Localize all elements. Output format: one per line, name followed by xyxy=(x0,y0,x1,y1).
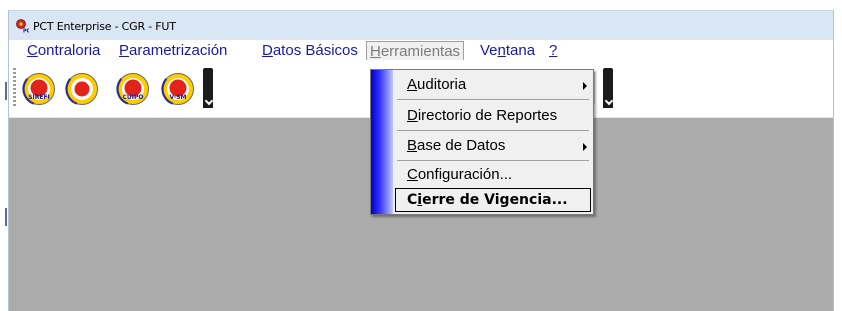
toolbar-separator xyxy=(594,72,595,104)
menu-item-cierre-vigencia[interactable]: Cierre de Vigencia... xyxy=(395,188,591,212)
menu-datos-basicos[interactable]: Datos Básicos xyxy=(262,42,358,59)
cuipo-button[interactable]: CUIPO xyxy=(116,72,150,106)
target-button[interactable] xyxy=(65,72,99,106)
submenu-arrow-icon xyxy=(583,82,587,90)
app-window: PCT PCT Enterprise - CGR - FUT Contralor… xyxy=(8,10,834,311)
submenu-arrow-icon xyxy=(583,143,587,151)
menu-item-directorio-reportes[interactable]: Directorio de Reportes xyxy=(407,107,557,124)
desktop-edge xyxy=(0,0,8,311)
menu-contraloria[interactable]: Contraloria xyxy=(27,42,100,59)
sirefi-button[interactable]: SIREFI xyxy=(22,72,56,106)
exit-icon[interactable] xyxy=(603,68,613,108)
menu-separator xyxy=(397,130,589,131)
menu-help[interactable]: ? xyxy=(549,42,557,59)
menu-item-auditoria[interactable]: Auditoria xyxy=(407,76,466,93)
title-bar[interactable]: PCT PCT Enterprise - CGR - FUT xyxy=(9,10,833,40)
menu-separator xyxy=(397,160,589,161)
target-icon xyxy=(65,72,99,106)
menu-bar: Contraloria Parametrización Datos Básico… xyxy=(9,40,833,60)
v-sm-button[interactable]: V-SM xyxy=(161,72,195,106)
cierre-vigencia-label: Cierre de Vigencia... xyxy=(407,192,568,208)
svg-text:PCT: PCT xyxy=(23,29,29,34)
edge-mark xyxy=(5,82,7,100)
v-sm-label: V-SM xyxy=(169,94,187,101)
herramientas-menu: Auditoria Directorio de Reportes Base de… xyxy=(370,69,594,215)
menu-item-configuracion[interactable]: Configuración... xyxy=(407,166,512,183)
menu-separator xyxy=(397,99,589,100)
window-title: PCT Enterprise - CGR - FUT xyxy=(33,20,176,33)
exit-icon[interactable] xyxy=(203,68,213,108)
sirefi-label: SIREFI xyxy=(28,94,50,101)
menu-parametrizacion[interactable]: Parametrización xyxy=(119,42,227,59)
menu-side-band xyxy=(371,70,393,214)
edge-mark xyxy=(5,208,7,226)
menu-item-base-datos[interactable]: Base de Datos xyxy=(407,137,505,154)
pct-enterprise-icon[interactable]: PCT xyxy=(15,19,29,33)
menu-ventana[interactable]: Ventana xyxy=(480,42,535,59)
cuipo-label: CUIPO xyxy=(122,94,144,101)
toolbar-grip[interactable] xyxy=(13,68,16,108)
menu-herramientas[interactable]: Herramientas xyxy=(366,41,465,60)
